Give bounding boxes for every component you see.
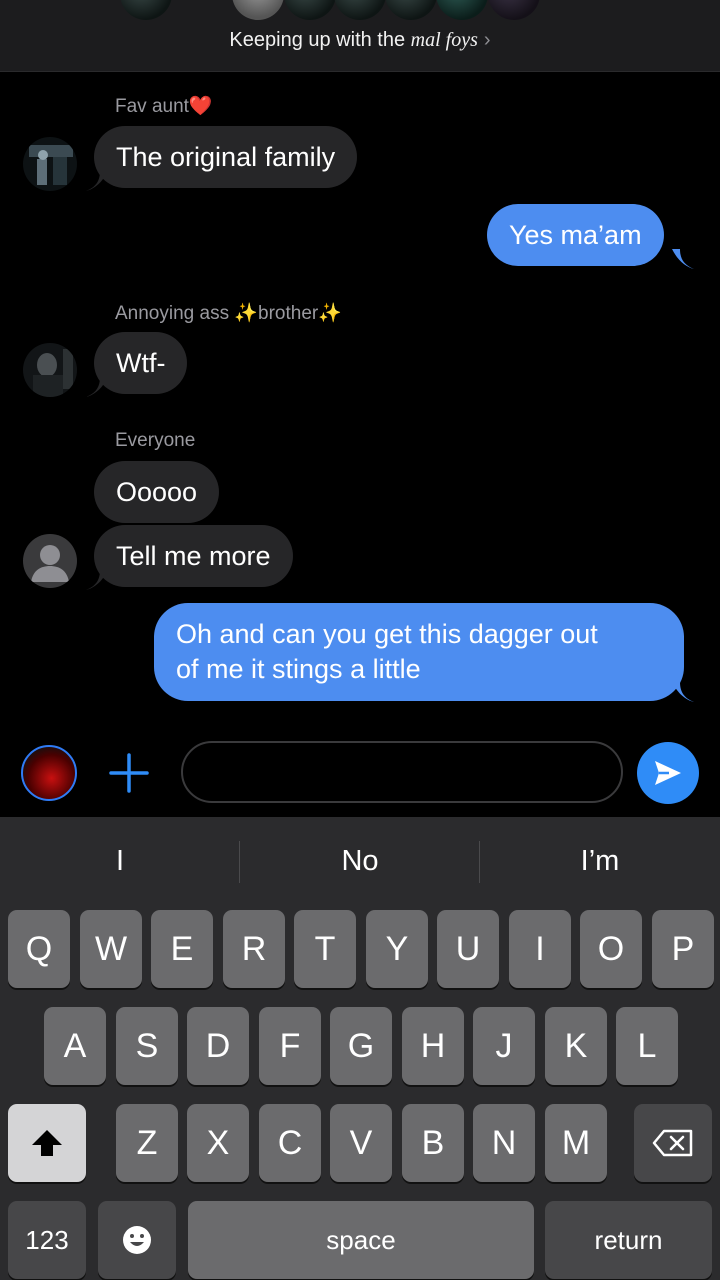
shift-key[interactable]: [8, 1104, 86, 1182]
group-title-name: mal foys: [410, 29, 478, 51]
key-i[interactable]: I: [509, 910, 571, 988]
message-bubble-incoming[interactable]: Wtf-: [94, 332, 188, 394]
sender-name: Annoying ass ✨brother✨: [115, 303, 342, 324]
key-c[interactable]: C: [259, 1104, 321, 1182]
message-bubble-incoming[interactable]: The original family: [94, 126, 358, 188]
key-d[interactable]: D: [187, 1007, 249, 1085]
key-a[interactable]: A: [44, 1007, 106, 1085]
key-q[interactable]: Q: [8, 910, 70, 988]
emoji-icon: [123, 1226, 151, 1254]
key-p[interactable]: P: [652, 910, 714, 988]
message-bubble-outgoing[interactable]: Yes ma’am: [487, 204, 664, 266]
member-avatar: [284, 0, 336, 20]
key-z[interactable]: Z: [116, 1104, 178, 1182]
key-n[interactable]: N: [473, 1104, 535, 1182]
shift-icon: [32, 1130, 62, 1156]
key-x[interactable]: X: [187, 1104, 249, 1182]
suggestion-item[interactable]: No: [240, 817, 480, 905]
member-avatar: [334, 0, 386, 20]
message-bubble-incoming[interactable]: Ooooo: [94, 461, 220, 523]
delete-icon: [652, 1129, 693, 1157]
key-y[interactable]: Y: [366, 910, 428, 988]
member-avatar: [436, 0, 488, 20]
key-u[interactable]: U: [437, 910, 499, 988]
key-v[interactable]: V: [330, 1104, 392, 1182]
user-avatar[interactable]: [21, 745, 77, 801]
message-input[interactable]: [181, 741, 623, 803]
sender-name: Everyone: [115, 430, 196, 451]
key-t[interactable]: T: [294, 910, 356, 988]
conversation-header[interactable]: Keeping up with the mal foys ›: [0, 0, 720, 72]
emoji-key[interactable]: [98, 1201, 176, 1279]
message-line: of me it stings a little: [176, 654, 421, 684]
group-title[interactable]: Keeping up with the mal foys ›: [0, 29, 720, 52]
send-button[interactable]: [637, 742, 699, 804]
key-m[interactable]: M: [545, 1104, 607, 1182]
key-r[interactable]: R: [223, 910, 285, 988]
chevron-right-icon: ›: [483, 29, 491, 51]
key-s[interactable]: S: [116, 1007, 178, 1085]
avatar[interactable]: [23, 343, 77, 397]
key-e[interactable]: E: [151, 910, 213, 988]
suggestion-bar: I No I’m: [0, 817, 720, 905]
key-f[interactable]: F: [259, 1007, 321, 1085]
default-person-avatar[interactable]: [23, 534, 77, 588]
key-h[interactable]: H: [402, 1007, 464, 1085]
send-icon: [655, 761, 681, 785]
return-key[interactable]: return: [545, 1201, 712, 1279]
bubble-tail: [672, 249, 694, 269]
key-b[interactable]: B: [402, 1104, 464, 1182]
plus-icon[interactable]: [107, 751, 151, 795]
numbers-key[interactable]: 123: [8, 1201, 86, 1279]
message-bubble-incoming[interactable]: Tell me more: [94, 525, 293, 587]
suggestion-item[interactable]: I’m: [480, 817, 720, 905]
message-bubble-outgoing[interactable]: Oh and can you get this dagger out of me…: [154, 603, 684, 701]
member-avatar: [385, 0, 437, 20]
group-title-prefix: Keeping up with the: [229, 29, 406, 51]
message-composer: [0, 735, 720, 817]
keyboard: I No I’m Q W E R T Y U I O P A S D F G H…: [0, 817, 720, 1280]
key-l[interactable]: L: [616, 1007, 678, 1085]
member-avatar: [488, 0, 540, 20]
member-avatar: [232, 0, 284, 20]
suggestion-item[interactable]: I: [0, 817, 240, 905]
member-avatar: [120, 0, 172, 20]
space-key[interactable]: space: [188, 1201, 534, 1279]
key-j[interactable]: J: [473, 1007, 535, 1085]
person-icon: [31, 545, 69, 582]
key-o[interactable]: O: [580, 910, 642, 988]
avatar[interactable]: [23, 137, 77, 191]
delete-key[interactable]: [634, 1104, 712, 1182]
key-w[interactable]: W: [80, 910, 142, 988]
key-g[interactable]: G: [330, 1007, 392, 1085]
sender-name: Fav aunt❤️: [115, 96, 213, 117]
key-k[interactable]: K: [545, 1007, 607, 1085]
message-line: Oh and can you get this dagger out: [176, 619, 598, 649]
